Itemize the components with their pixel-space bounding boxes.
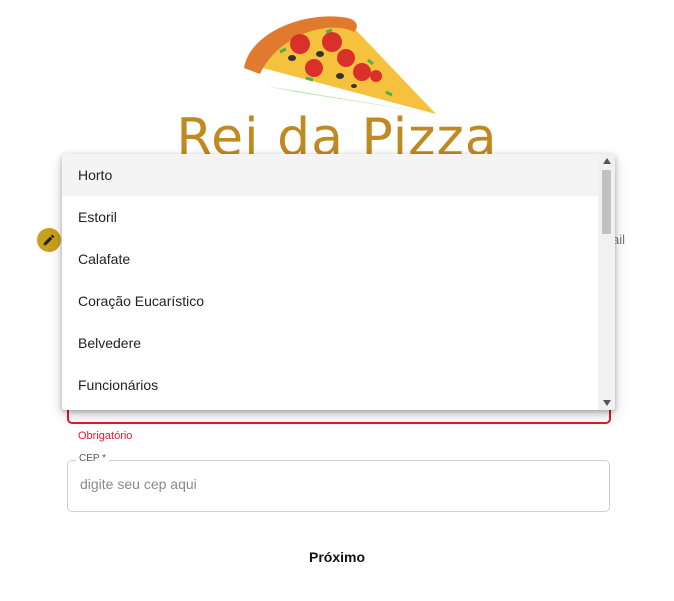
cep-field: CEP * bbox=[67, 453, 610, 512]
pizza-logo bbox=[236, 12, 442, 120]
error-message: Obrigatório bbox=[78, 430, 133, 442]
triangle-down-icon bbox=[602, 400, 611, 406]
dropdown-scrollbar[interactable] bbox=[598, 154, 615, 410]
pencil-icon bbox=[43, 234, 55, 246]
neighborhood-dropdown: Horto Estoril Calafate Coração Eucarísti… bbox=[62, 154, 615, 410]
pizza-slice-icon bbox=[244, 16, 436, 114]
edit-button[interactable] bbox=[37, 228, 61, 252]
scroll-down-button[interactable] bbox=[598, 396, 615, 410]
cep-input[interactable] bbox=[78, 475, 582, 493]
scroll-up-button[interactable] bbox=[598, 154, 615, 168]
next-button[interactable]: Próximo bbox=[0, 548, 674, 566]
option-item[interactable]: Calafate bbox=[62, 238, 598, 280]
option-item[interactable]: Belvedere bbox=[62, 322, 598, 364]
scroll-thumb[interactable] bbox=[602, 170, 611, 234]
option-item[interactable]: Estoril bbox=[62, 196, 598, 238]
option-item[interactable]: Funcionários bbox=[62, 364, 598, 406]
option-list: Horto Estoril Calafate Coração Eucarísti… bbox=[62, 154, 598, 406]
triangle-up-icon bbox=[602, 158, 611, 164]
option-item[interactable]: Coração Eucarístico bbox=[62, 280, 598, 322]
cep-label: CEP * bbox=[76, 453, 110, 464]
option-item[interactable]: Horto bbox=[62, 154, 598, 196]
